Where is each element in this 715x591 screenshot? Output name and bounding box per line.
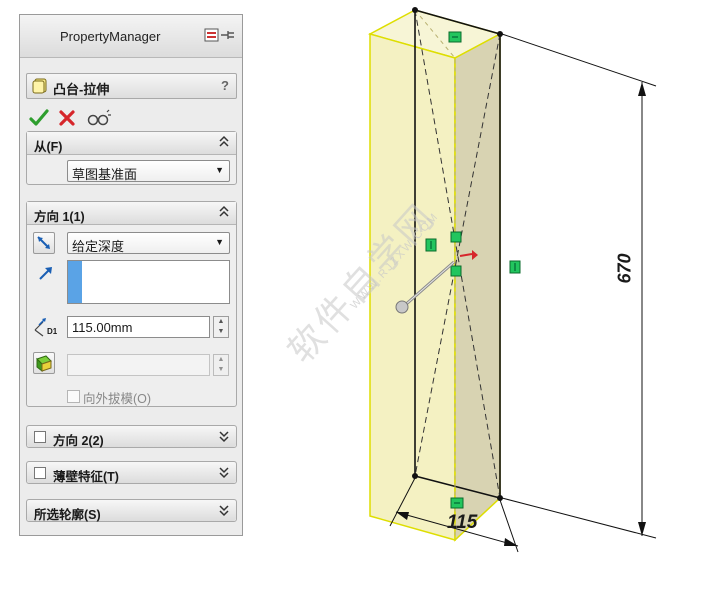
draft-outward-checkbox[interactable] [67, 390, 80, 403]
expand-chevron-icon[interactable] [218, 429, 230, 446]
from-group: 从(F) 草图基准面 ▼ [26, 131, 237, 185]
selected-contours-group-header[interactable]: 所选轮廓(S) [27, 500, 236, 522]
pin-icon[interactable] [204, 27, 236, 45]
height-dimension-label[interactable]: 670 [615, 253, 636, 283]
chevron-down-icon: ▼ [215, 237, 224, 247]
direction2-group-header[interactable]: 方向 2(2) [27, 426, 236, 448]
depth-spinner[interactable]: ▲ ▼ [213, 316, 229, 338]
panel-title: PropertyManager [60, 29, 161, 44]
direction-arrow-icon [37, 264, 55, 285]
selected-contours-label: 所选轮廓(S) [34, 508, 101, 522]
start-condition-select[interactable]: 草图基准面 ▼ [67, 160, 230, 182]
help-button[interactable]: ? [221, 78, 229, 93]
property-manager-header: PropertyManager [20, 15, 242, 58]
selected-contours-group[interactable]: 所选轮廓(S) [26, 499, 237, 522]
graphics-viewport[interactable]: 670 115 软件自学网 WWW.RJZXW.COM [250, 0, 715, 588]
action-buttons [28, 107, 148, 129]
end-condition-select[interactable]: 给定深度 ▼ [67, 232, 230, 254]
draft-icon[interactable] [33, 352, 55, 374]
depth-label: D1 [47, 327, 58, 336]
chevron-down-icon: ▼ [215, 165, 224, 175]
detailed-preview-icon[interactable] [86, 107, 112, 129]
depth-value: 115.00mm [72, 320, 133, 335]
direction1-group: 方向 1(1) 给定深度 ▼ D1 115.00mm ▲ ▼ ▲ ▼ 向外拔模(… [26, 201, 237, 407]
reverse-direction-icon[interactable] [33, 232, 55, 254]
feature-title: 凸台-拉伸 [53, 82, 110, 97]
depth-icon: D1 [33, 316, 59, 341]
draft-angle-spinner[interactable]: ▲ ▼ [213, 354, 229, 376]
direction1-group-header[interactable]: 方向 1(1) [27, 202, 236, 225]
extrude-boss-icon [32, 78, 48, 97]
direction2-group[interactable]: 方向 2(2) [26, 425, 237, 448]
draft-angle-input[interactable] [67, 354, 210, 376]
collapse-chevron-icon[interactable] [218, 205, 230, 222]
draft-outward-label: 向外拔模(O) [83, 392, 152, 406]
start-condition-value: 草图基准面 [72, 167, 138, 182]
cancel-x-icon[interactable] [56, 107, 78, 129]
direction2-checkbox[interactable] [34, 431, 46, 443]
thin-feature-label: 薄壁特征(T) [53, 470, 119, 484]
from-group-header[interactable]: 从(F) [27, 132, 236, 155]
property-manager-panel: PropertyManager 凸台-拉伸 ? 从(F) 草图基准面 ▼ 方向 … [19, 14, 243, 536]
thin-feature-group[interactable]: 薄壁特征(T) [26, 461, 237, 484]
direction2-label: 方向 2(2) [53, 434, 104, 448]
depth-input[interactable]: 115.00mm [67, 316, 210, 338]
thin-feature-group-header[interactable]: 薄壁特征(T) [27, 462, 236, 484]
from-group-label: 从(F) [34, 140, 63, 154]
thin-feature-checkbox[interactable] [34, 467, 46, 479]
feature-title-bar: 凸台-拉伸 ? [26, 73, 237, 99]
width-dimension-label[interactable]: 115 [447, 512, 477, 534]
collapse-chevron-icon[interactable] [218, 135, 230, 152]
listbox-selection-marker [68, 261, 82, 303]
checkmark-icon[interactable] [28, 107, 50, 129]
expand-chevron-icon[interactable] [218, 465, 230, 482]
direction-reference-listbox[interactable] [67, 260, 230, 304]
direction1-group-label: 方向 1(1) [34, 210, 85, 224]
expand-chevron-icon[interactable] [218, 503, 230, 520]
end-condition-value: 给定深度 [72, 239, 125, 254]
